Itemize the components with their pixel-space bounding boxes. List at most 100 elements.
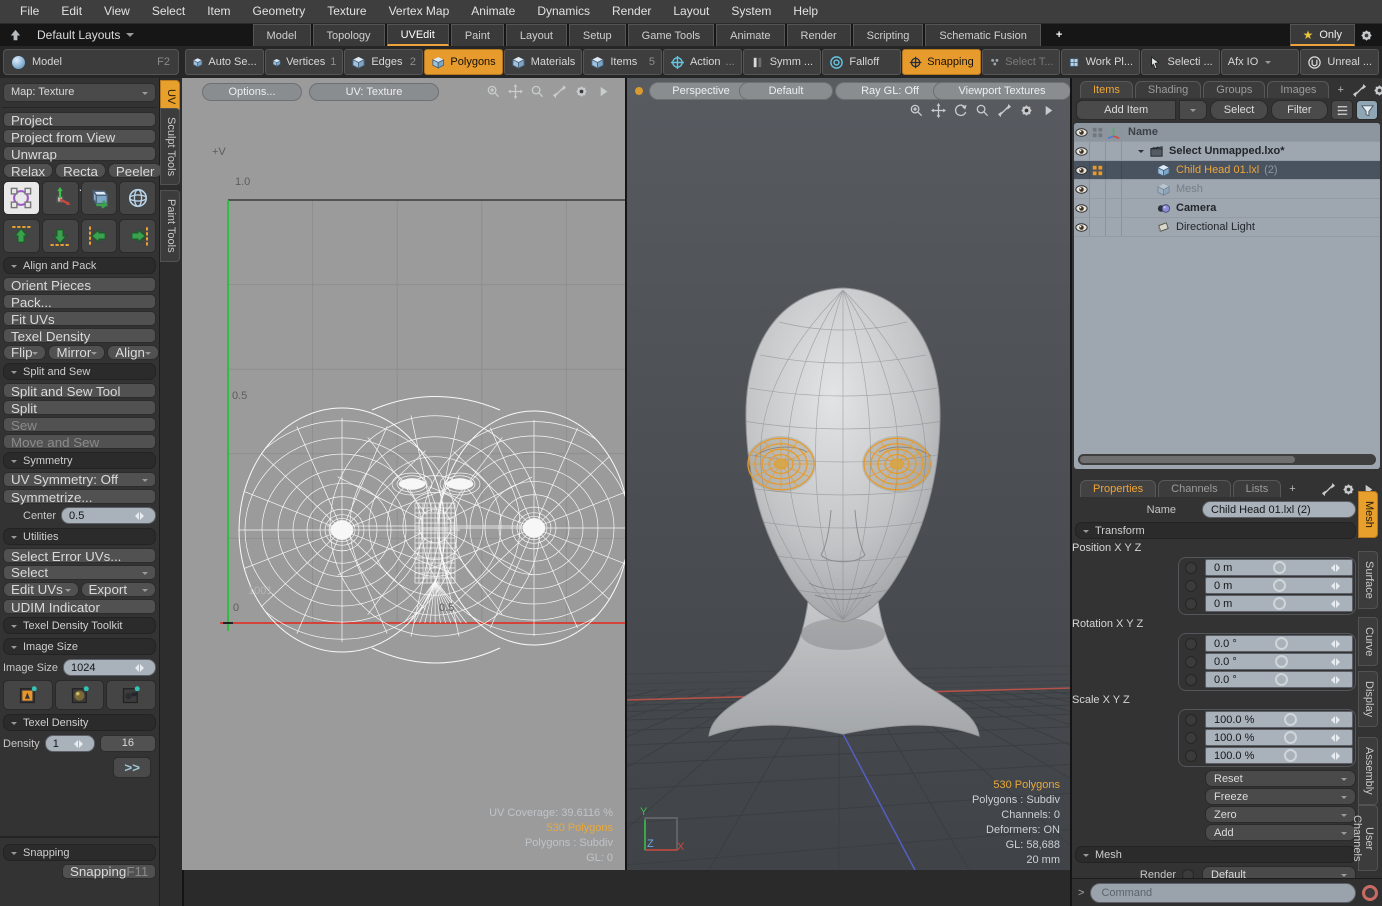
menu-dynamics[interactable]: Dynamics xyxy=(527,0,600,23)
tab-items[interactable]: Items xyxy=(1080,81,1133,98)
channel-dot[interactable] xyxy=(1185,598,1197,610)
tree-row-child-head[interactable]: Child Head 01.lxl(2) xyxy=(1074,161,1380,180)
align-left-button[interactable] xyxy=(81,219,118,253)
axis-column-icon[interactable] xyxy=(1106,125,1121,140)
project-button[interactable]: Project xyxy=(3,112,156,127)
pin-layout-icon[interactable] xyxy=(8,28,23,43)
menu-item[interactable]: Item xyxy=(197,0,240,23)
pan-icon[interactable] xyxy=(931,103,946,118)
polygons-button[interactable]: Polygons xyxy=(424,49,503,75)
default-layouts-dropdown[interactable]: Default Layouts xyxy=(25,24,146,46)
layout-tab-topology[interactable]: Topology xyxy=(313,24,385,46)
layout-tab-layout[interactable]: Layout xyxy=(506,24,567,46)
panel-gear-icon[interactable] xyxy=(1341,482,1356,497)
menu-vertex-map[interactable]: Vertex Map xyxy=(379,0,460,23)
transform-header[interactable]: Transform xyxy=(1075,522,1356,539)
falloff-button[interactable]: Falloff xyxy=(822,49,901,75)
layout-tab-animate[interactable]: Animate xyxy=(716,24,784,46)
symmetry-button[interactable]: Symm ... xyxy=(743,49,822,75)
split-button[interactable]: Split xyxy=(3,400,156,415)
expand-panel-icon[interactable] xyxy=(1321,482,1336,497)
eye-icon[interactable] xyxy=(1074,163,1089,178)
uv-transform-tool-button[interactable] xyxy=(3,181,40,215)
symmetry-header[interactable]: Symmetry xyxy=(3,452,156,469)
eye-icon[interactable] xyxy=(1074,144,1089,159)
vertex-map-selector[interactable]: Map: Texture xyxy=(3,83,156,102)
freeze-dropdown[interactable]: Freeze xyxy=(1205,788,1356,805)
scale-z-row[interactable]: 100.0 % xyxy=(1181,747,1353,764)
move-tool-button[interactable] xyxy=(42,181,79,215)
menu-animate[interactable]: Animate xyxy=(461,0,525,23)
fit-uvs-button[interactable]: Fit UVs xyxy=(3,311,156,326)
tree-horizontal-scrollbar[interactable] xyxy=(1078,454,1376,465)
rotation-z-row[interactable]: 0.0 ° xyxy=(1181,671,1353,688)
uv-symmetry-dropdown[interactable]: UV Symmetry: Off xyxy=(3,472,156,487)
layout-tab-model[interactable]: Model xyxy=(253,24,311,46)
menu-select[interactable]: Select xyxy=(142,0,195,23)
texel-density-button[interactable]: Texel Density xyxy=(3,328,156,343)
image-size-field[interactable]: 1024 xyxy=(63,659,156,676)
zoom-icon[interactable] xyxy=(530,84,545,99)
split-sew-header[interactable]: Split and Sew xyxy=(3,363,156,380)
only-toggle[interactable]: ★Only xyxy=(1290,24,1355,46)
tab-shading[interactable]: Shading xyxy=(1135,81,1201,98)
sew-button[interactable]: Sew xyxy=(3,417,156,432)
pack-button[interactable]: Pack... xyxy=(3,294,156,309)
tab-groups[interactable]: Groups xyxy=(1203,81,1265,98)
maximize-icon[interactable] xyxy=(552,84,567,99)
layout-tab-setup[interactable]: Setup xyxy=(569,24,626,46)
uv-options-button[interactable]: Options... xyxy=(202,83,302,101)
channel-dot[interactable] xyxy=(1185,674,1197,686)
channel-dot[interactable] xyxy=(1185,638,1197,650)
uv-sphere-tool-button[interactable] xyxy=(119,181,156,215)
checker-sphere-button[interactable] xyxy=(55,680,105,710)
items-button[interactable]: Items5 xyxy=(583,49,662,75)
add-tab-button[interactable]: + xyxy=(1283,481,1301,497)
add-tab-button[interactable]: + xyxy=(1331,82,1349,98)
snapping-button[interactable]: Snapping xyxy=(902,49,981,75)
tree-row-mesh[interactable]: Mesh xyxy=(1074,180,1380,199)
layout-tab-render[interactable]: Render xyxy=(787,24,851,46)
raygl-selector[interactable]: Ray GL: Off xyxy=(835,82,945,100)
tab-paint-tools[interactable]: Paint Tools xyxy=(160,190,180,262)
selection-sets-button[interactable]: Selecti ... xyxy=(1141,49,1220,75)
select-error-uvs-button[interactable]: Select Error UVs... xyxy=(3,548,156,563)
rectangle-button[interactable]: Recta ... xyxy=(55,163,106,178)
zero-dropdown[interactable]: Zero xyxy=(1205,806,1356,823)
edit-uvs-dropdown[interactable]: Edit UVs xyxy=(3,582,79,597)
viewport-gear-icon[interactable] xyxy=(574,84,589,99)
align-pack-header[interactable]: Align and Pack xyxy=(3,257,156,274)
mode-button[interactable]: Model F2 xyxy=(3,49,179,75)
eye-icon[interactable] xyxy=(1074,220,1089,235)
tree-row-scene[interactable]: Select Unmapped.lxo* xyxy=(1074,142,1380,161)
menu-view[interactable]: View xyxy=(94,0,140,23)
menu-layout[interactable]: Layout xyxy=(663,0,719,23)
tab-user-channels[interactable]: User Channels xyxy=(1358,805,1378,871)
align-right-button[interactable] xyxy=(119,219,156,253)
checker-a-button[interactable] xyxy=(3,680,53,710)
export-dropdown[interactable]: Export xyxy=(81,582,157,597)
record-macro-button[interactable] xyxy=(1362,885,1378,901)
name-column-header[interactable]: Name xyxy=(1122,126,1158,138)
texel-density-header[interactable]: Texel Density xyxy=(3,714,156,731)
item-name-field[interactable]: Child Head 01.lxl (2) xyxy=(1202,501,1356,518)
position-x-row[interactable]: 0 m xyxy=(1181,559,1353,576)
materials-button[interactable]: Materials xyxy=(504,49,583,75)
viewport-menu-icon[interactable] xyxy=(596,84,611,99)
texel-density-more-button[interactable]: >> xyxy=(113,757,151,778)
menu-geometry[interactable]: Geometry xyxy=(243,0,316,23)
action-center-button[interactable]: Action... xyxy=(663,49,742,75)
channel-dot[interactable] xyxy=(1185,750,1197,762)
uv-map-button[interactable]: UV: Texture xyxy=(309,83,439,101)
select-dropdown[interactable]: Select xyxy=(3,565,156,580)
project-from-view-button[interactable]: Project from View xyxy=(3,129,156,144)
auto-select-button[interactable]: Auto Se... xyxy=(185,49,264,75)
mesh-header[interactable]: Mesh xyxy=(1075,846,1356,863)
maximize-icon[interactable] xyxy=(997,103,1012,118)
afx-io-button[interactable]: Afx IO xyxy=(1221,49,1300,75)
shading-selector[interactable]: Default xyxy=(739,82,833,100)
scale-x-row[interactable]: 100.0 % xyxy=(1181,711,1353,728)
tab-images[interactable]: Images xyxy=(1267,81,1329,98)
position-z-row[interactable]: 0 m xyxy=(1181,595,1353,612)
menu-render[interactable]: Render xyxy=(602,0,661,23)
